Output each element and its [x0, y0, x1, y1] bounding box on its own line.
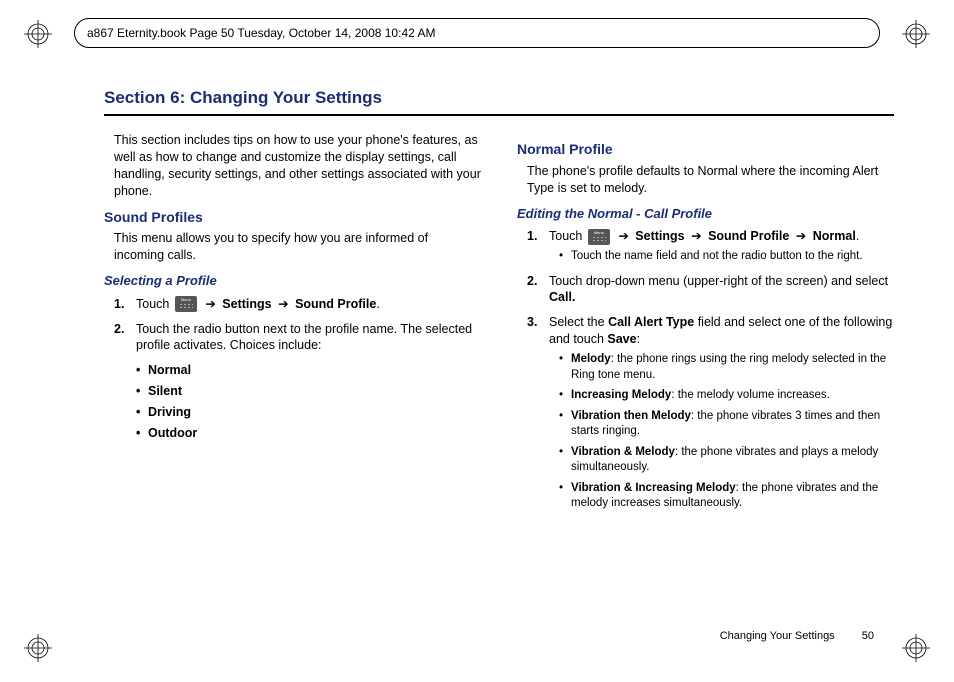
page-content: Section 6: Changing Your Settings This s…	[104, 88, 894, 612]
step-item: Touch drop-down menu (upper-right of the…	[549, 273, 894, 307]
menu-icon	[175, 296, 197, 312]
normal-profile-intro: The phone's profile defaults to Normal w…	[527, 163, 894, 197]
option-item: Vibration & Melody: the phone vibrates a…	[561, 445, 894, 476]
arrow-icon: ➔	[205, 297, 215, 311]
arrow-icon: ➔	[691, 229, 701, 243]
menu-icon	[588, 229, 610, 245]
crop-mark-icon	[902, 20, 930, 48]
arrow-icon: ➔	[278, 297, 288, 311]
step-item: Touch ➔ Settings ➔ Sound Profile ➔ Norma…	[549, 228, 894, 264]
choice-item: Silent	[148, 383, 481, 400]
step-item: Touch ➔ Settings ➔ Sound Profile.	[136, 296, 481, 313]
crop-mark-icon	[24, 634, 52, 662]
option-item: Vibration then Melody: the phone vibrate…	[561, 409, 894, 440]
sound-profiles-intro: This menu allows you to specify how you …	[114, 230, 481, 264]
crop-mark-icon	[902, 634, 930, 662]
choice-item: Driving	[148, 404, 481, 421]
footer-label: Changing Your Settings	[720, 630, 835, 642]
sub-note: Touch the name field and not the radio b…	[561, 249, 894, 265]
choice-item: Normal	[148, 362, 481, 379]
section-title: Section 6: Changing Your Settings	[104, 88, 894, 108]
option-item: Increasing Melody: the melody volume inc…	[561, 388, 894, 404]
page-number: 50	[862, 630, 874, 642]
title-rule	[104, 114, 894, 116]
sound-profiles-heading: Sound Profiles	[104, 208, 481, 227]
step-item: Select the Call Alert Type field and sel…	[549, 314, 894, 511]
header-text: a867 Eternity.book Page 50 Tuesday, Octo…	[87, 26, 435, 40]
right-column: Normal Profile The phone's profile defau…	[517, 132, 894, 520]
editing-normal-heading: Editing the Normal - Call Profile	[517, 205, 894, 223]
left-column: This section includes tips on how to use…	[104, 132, 481, 520]
step-item: Touch the radio button next to the profi…	[136, 321, 481, 355]
page-footer: Changing Your Settings 50	[720, 630, 874, 642]
page-header-bar: a867 Eternity.book Page 50 Tuesday, Octo…	[74, 18, 880, 48]
option-item: Melody: the phone rings using the ring m…	[561, 352, 894, 383]
choice-item: Outdoor	[148, 425, 481, 442]
option-item: Vibration & Increasing Melody: the phone…	[561, 481, 894, 512]
arrow-icon: ➔	[796, 229, 806, 243]
crop-mark-icon	[24, 20, 52, 48]
arrow-icon: ➔	[618, 229, 628, 243]
normal-profile-heading: Normal Profile	[517, 140, 894, 159]
selecting-profile-heading: Selecting a Profile	[104, 272, 481, 290]
section-intro: This section includes tips on how to use…	[114, 132, 481, 200]
